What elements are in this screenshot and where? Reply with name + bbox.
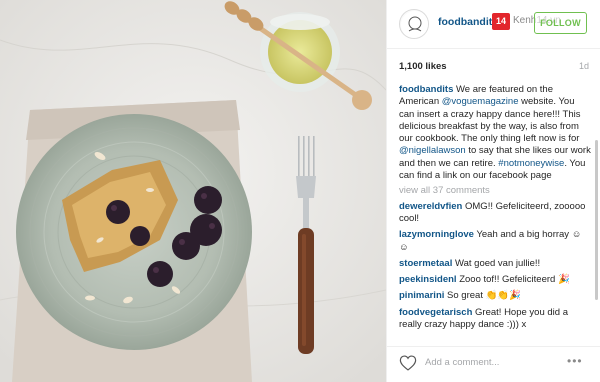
comment-username[interactable]: pinimarini — [399, 290, 444, 301]
post-age[interactable]: 1d — [579, 61, 589, 71]
add-comment-input[interactable]: Add a comment... — [425, 357, 499, 368]
comment-username[interactable]: peekinsidenl — [399, 274, 457, 285]
comment-username[interactable]: dewereldvfien — [399, 201, 462, 212]
comments-scrollbar[interactable] — [595, 140, 598, 300]
comment-item: dewereldvfien OMG!! Gefeliciteerd, zoooo… — [399, 201, 591, 226]
post-footer: Add a comment... ••• — [387, 346, 600, 382]
comment-text: Zooo tof!! Gefeliciteerd 🎉 — [459, 274, 570, 286]
follow-button[interactable]: FOLLOW — [534, 12, 587, 34]
watermark-badge: 14 — [492, 13, 510, 30]
food-photo-illustration — [0, 0, 386, 382]
comment-item: peekinsidenl Zooo tof!! Gefeliciteerd 🎉 — [399, 274, 591, 286]
comment-text: So great 👏👏🎉 — [447, 290, 522, 302]
post-photo[interactable] — [0, 0, 386, 382]
post-author-username[interactable]: foodbandits — [438, 16, 498, 28]
comment-item: pinimarini So great 👏👏🎉 — [399, 290, 591, 302]
comment-username[interactable]: lazymorninglove — [399, 229, 474, 240]
heart-icon[interactable] — [399, 355, 417, 371]
comment-item: foodvegetarisch Great! Hope you did a re… — [399, 307, 591, 332]
hashtag-link[interactable]: #notmoneywise — [498, 158, 564, 169]
comment-username[interactable]: foodvegetarisch — [399, 307, 472, 318]
post-side-panel: foodbandits 14 Kenh14.vn FOLLOW 1,100 li… — [386, 0, 600, 382]
more-options-icon[interactable]: ••• — [567, 354, 583, 368]
comment-item: stoermetaal Wat goed van jullie!! — [399, 258, 591, 270]
comment-text: Wat goed van jullie!! — [454, 257, 541, 269]
view-all-comments-link[interactable]: view all 37 comments — [399, 185, 591, 197]
likes-count[interactable]: 1,100 likes — [399, 61, 447, 72]
post-stats: 1,100 likes 1d — [399, 61, 589, 75]
mention-voguemagazine[interactable]: @voguemagazine — [442, 96, 519, 107]
comment-username[interactable]: stoermetaal — [399, 258, 452, 269]
post-caption: foodbandits We are featured on the Ameri… — [399, 84, 591, 182]
comment-item: lazymorninglove Yeah and a big horray ☺☺ — [399, 229, 591, 254]
comments-list: foodbandits We are featured on the Ameri… — [399, 84, 591, 340]
mention-nigellalawson[interactable]: @nigellalawson — [399, 145, 466, 156]
foodbandits-logo-icon — [401, 11, 428, 38]
avatar[interactable] — [399, 9, 429, 39]
caption-username[interactable]: foodbandits — [399, 84, 453, 95]
post-header: foodbandits 14 Kenh14.vn FOLLOW — [387, 0, 600, 49]
